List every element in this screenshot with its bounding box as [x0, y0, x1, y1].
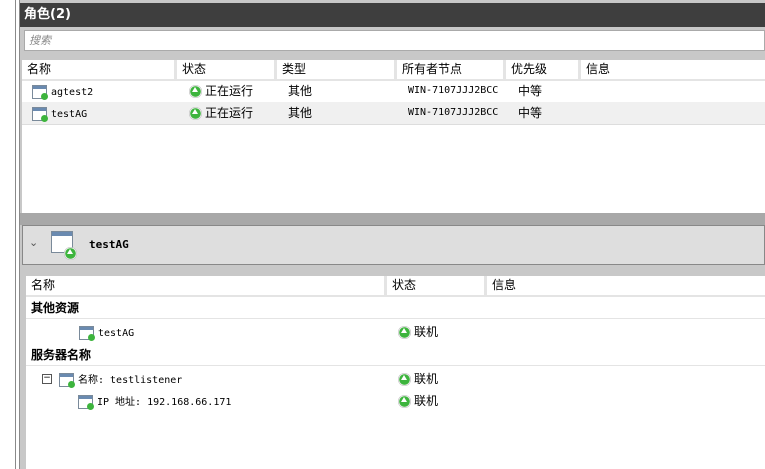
role-owner: WIN-7107JJJ2BCC: [408, 107, 499, 118]
online-icon: [398, 373, 411, 386]
resource-name: IP 地址: 192.168.66.171: [97, 397, 232, 408]
role-icon: [32, 106, 48, 122]
col-name[interactable]: 名称: [22, 60, 177, 79]
role-priority: 中等: [518, 106, 543, 120]
detail-title: testAG: [89, 238, 129, 251]
col-type[interactable]: 类型: [277, 60, 397, 79]
table-row[interactable]: agtest2 正在运行 其他 WIN-7107JJJ2BCC 中等: [22, 80, 765, 103]
splitter[interactable]: [20, 213, 765, 225]
role-name: testAG: [51, 109, 88, 120]
col-status[interactable]: 状态: [387, 276, 487, 295]
resource-icon: [79, 325, 95, 341]
online-icon: [189, 85, 202, 98]
roles-panel: 角色(2) 搜索 名称 状态 类型 所有者节点 优先级 信息 agtest2 正…: [20, 0, 765, 469]
network-name-icon: [59, 372, 75, 388]
resource-row[interactable]: testAG 联机: [26, 321, 765, 343]
role-large-icon: [51, 231, 77, 260]
online-icon: [398, 326, 411, 339]
role-status: 正在运行: [205, 84, 254, 98]
ip-address-icon: [78, 394, 94, 410]
online-icon: [398, 395, 411, 408]
table-row[interactable]: testAG 正在运行 其他 WIN-7107JJJ2BCC 中等: [22, 102, 765, 125]
resource-status: 联机: [414, 325, 439, 339]
col-priority[interactable]: 优先级: [506, 60, 581, 79]
col-name[interactable]: 名称: [26, 276, 387, 295]
resource-name: 名称: testlistener: [78, 375, 183, 386]
search-input[interactable]: 搜索: [24, 30, 765, 51]
detail-header: ⌄ testAG: [22, 225, 765, 265]
resources-table: 名称 状态 信息 其他资源 testAG 联机 服务器名称 − 名称: test…: [26, 276, 765, 469]
role-name: agtest2: [51, 87, 94, 98]
collapse-toggle-icon[interactable]: −: [42, 374, 52, 384]
col-info[interactable]: 信息: [487, 276, 765, 295]
col-owner[interactable]: 所有者节点: [397, 60, 506, 79]
resource-status: 联机: [414, 372, 439, 386]
role-status: 正在运行: [205, 106, 254, 120]
role-owner: WIN-7107JJJ2BCC: [408, 85, 499, 96]
panel-title: 角色(2): [20, 3, 765, 27]
col-info[interactable]: 信息: [581, 60, 765, 79]
section-other-resources: 其他资源: [26, 297, 765, 319]
resource-status: 联机: [414, 394, 439, 408]
col-status[interactable]: 状态: [177, 60, 277, 79]
role-priority: 中等: [518, 84, 543, 98]
section-server-name: 服务器名称: [26, 344, 765, 366]
role-type: 其他: [288, 106, 313, 120]
left-border: [15, 0, 16, 469]
role-icon: [32, 84, 48, 100]
collapse-chevron-icon[interactable]: ⌄: [29, 236, 38, 249]
role-type: 其他: [288, 84, 313, 98]
roles-table: 名称 状态 类型 所有者节点 优先级 信息 agtest2 正在运行 其他 WI…: [22, 60, 765, 213]
table-header: 名称 状态 信息: [26, 276, 765, 297]
resource-row[interactable]: − 名称: testlistener 联机: [26, 368, 765, 390]
online-icon: [189, 107, 202, 120]
resource-name: testAG: [98, 328, 135, 339]
resource-row[interactable]: IP 地址: 192.168.66.171 联机: [26, 390, 765, 412]
table-header: 名称 状态 类型 所有者节点 优先级 信息: [22, 60, 765, 81]
